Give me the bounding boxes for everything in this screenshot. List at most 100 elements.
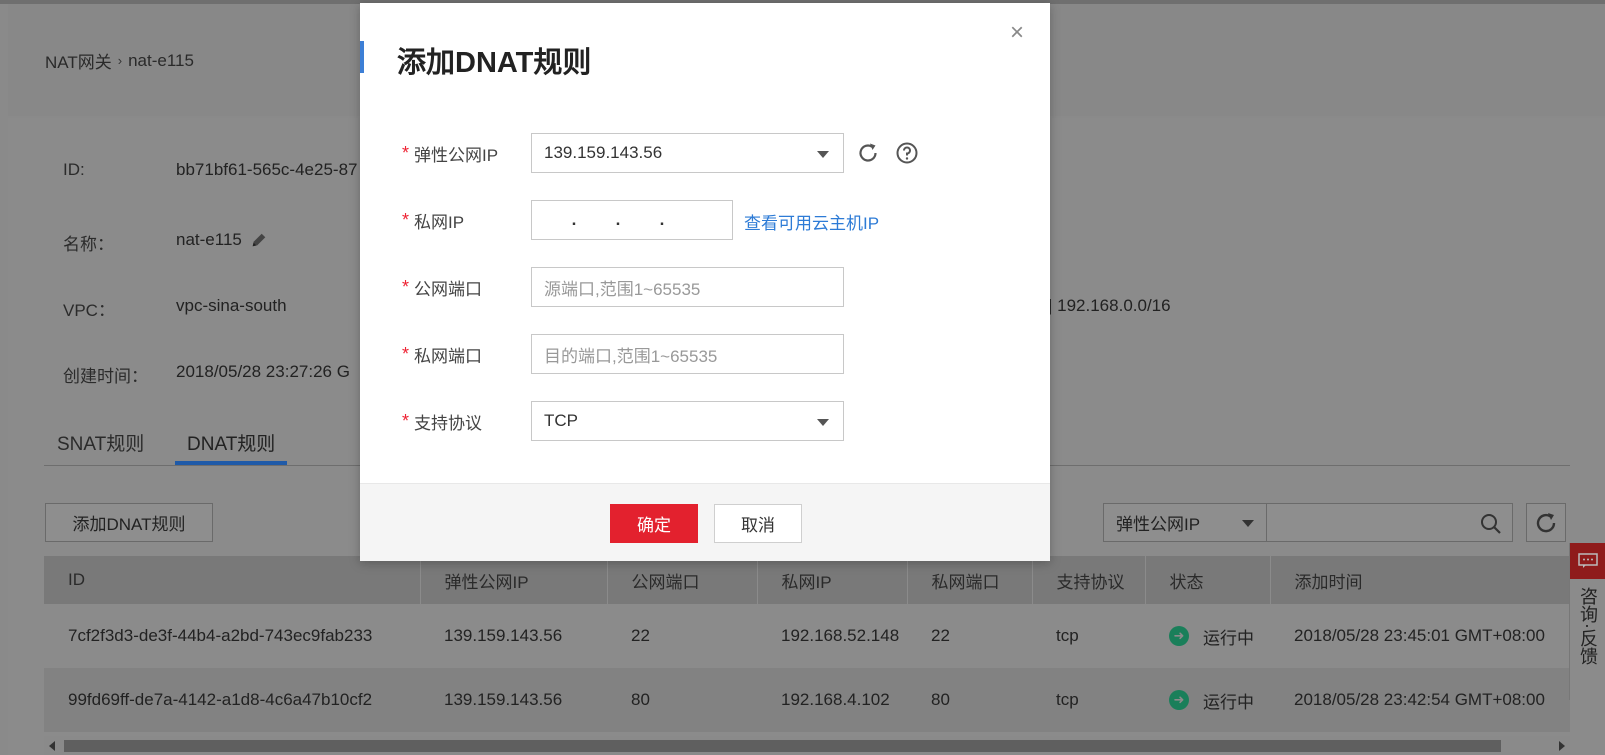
col-public-port[interactable]: 公网端口: [607, 556, 758, 604]
private-port-placeholder: 目的端口,范围1~65535: [544, 346, 718, 366]
protocol-row: * 支持协议 TCP: [402, 401, 844, 441]
col-protocol[interactable]: 支持协议: [1032, 556, 1146, 604]
breadcrumb: NAT网关 › nat-e115: [45, 48, 194, 73]
protocol-label-wrap: * 支持协议: [402, 409, 532, 434]
add-dnat-rule-button[interactable]: 添加DNAT规则: [45, 503, 213, 542]
refresh-icon[interactable]: [856, 141, 880, 165]
public-port-row: * 公网端口 源端口,范围1~65535: [402, 267, 844, 307]
cancel-button[interactable]: 取消: [714, 504, 802, 543]
table-refresh-button[interactable]: [1526, 503, 1566, 542]
cell-private-ip: 192.168.52.148: [757, 604, 907, 668]
cell-public-port: 80: [607, 668, 757, 732]
filter-bar: 弹性公网IP: [1103, 503, 1513, 542]
chevron-down-icon: [817, 419, 829, 426]
required-mark: *: [402, 276, 410, 297]
public-port-label: 公网端口: [414, 279, 483, 299]
running-status-icon: ➜: [1169, 690, 1189, 710]
dnat-rules-table: ID 弹性公网IP 公网端口 私网IP 私网端口 支持协议 状态 添加时间 7c…: [44, 556, 1570, 732]
private-port-row: * 私网端口 目的端口,范围1~65535: [402, 334, 844, 374]
feedback-widget[interactable]: 咨询·反馈: [1569, 543, 1605, 700]
cell-id: 99fd69ff-de7a-4142-a1d8-4c6a47b10cf2: [44, 668, 420, 732]
table-row[interactable]: 7cf2f3d3-de3f-44b4-a2bd-743ec9fab233 139…: [44, 604, 1570, 668]
filter-select-value: 弹性公网IP: [1116, 515, 1201, 534]
title-accent-bar: [360, 41, 364, 73]
cell-id: 7cf2f3d3-de3f-44b4-a2bd-743ec9fab233: [44, 604, 420, 668]
cell-added-time: 2018/05/28 23:45:01 GMT+08:00: [1270, 604, 1570, 668]
dialog-title: 添加DNAT规则: [397, 47, 592, 79]
feedback-label: 咨询·反馈: [1578, 587, 1598, 665]
private-ip-label: 私网IP: [414, 212, 465, 232]
refresh-icon: [1536, 512, 1556, 532]
add-dnat-rule-dialog: 添加DNAT规则 × * 弹性公网IP 139.159.143.56 * 私网I…: [360, 3, 1050, 561]
chat-icon: [1570, 543, 1605, 579]
cell-protocol: tcp: [1032, 604, 1145, 668]
required-mark: *: [402, 142, 410, 163]
id-value: bb71bf61-565c-4e25-87: [176, 160, 358, 179]
col-private-ip[interactable]: 私网IP: [757, 556, 908, 604]
pencil-icon[interactable]: [250, 231, 268, 249]
col-eip[interactable]: 弹性公网IP: [420, 556, 608, 604]
required-mark: *: [402, 209, 410, 230]
running-status-icon: ➜: [1169, 626, 1189, 646]
cell-eip: 139.159.143.56: [420, 668, 607, 732]
cell-private-port: 22: [907, 604, 1032, 668]
breadcrumb-separator: ›: [117, 53, 123, 68]
eip-select-value: 139.159.143.56: [544, 143, 663, 162]
chevron-down-icon: [1242, 520, 1254, 527]
search-icon[interactable]: [1480, 513, 1502, 535]
close-icon[interactable]: ×: [1010, 21, 1024, 45]
name-label: 名称：: [63, 235, 114, 254]
public-port-placeholder: 源端口,范围1~65535: [544, 279, 701, 299]
protocol-select[interactable]: TCP: [531, 401, 844, 441]
cell-status: ➜ 运行中: [1145, 668, 1270, 732]
col-status[interactable]: 状态: [1145, 556, 1271, 604]
private-port-label-wrap: * 私网端口: [402, 342, 532, 367]
cell-protocol: tcp: [1032, 668, 1145, 732]
private-ip-input[interactable]: ...: [531, 200, 733, 240]
table-row[interactable]: 99fd69ff-de7a-4142-a1d8-4c6a47b10cf2 139…: [44, 668, 1570, 732]
col-added-time[interactable]: 添加时间: [1270, 556, 1570, 604]
filter-search-input[interactable]: [1267, 504, 1512, 541]
id-label: ID:: [63, 160, 85, 179]
confirm-button[interactable]: 确定: [610, 504, 698, 543]
private-ip-label-wrap: * 私网IP: [402, 208, 532, 233]
tab-dnat[interactable]: DNAT规则: [175, 429, 288, 465]
cell-status: ➜ 运行中: [1145, 604, 1270, 668]
public-port-label-wrap: * 公网端口: [402, 275, 532, 300]
scroll-left-icon[interactable]: [49, 741, 55, 751]
horizontal-scrollbar[interactable]: [44, 736, 1570, 755]
breadcrumb-parent[interactable]: NAT网关: [45, 48, 112, 73]
name-row: nat-e115: [176, 230, 268, 250]
col-id[interactable]: ID: [44, 556, 421, 604]
scroll-right-icon[interactable]: [1559, 741, 1565, 751]
filter-select[interactable]: 弹性公网IP: [1104, 504, 1267, 541]
chevron-down-icon: [817, 151, 829, 158]
vpc-label: VPC：: [63, 301, 115, 320]
private-port-input[interactable]: 目的端口,范围1~65535: [531, 334, 844, 374]
eip-label-wrap: * 弹性公网IP: [402, 141, 532, 166]
col-private-port[interactable]: 私网端口: [907, 556, 1033, 604]
private-port-label: 私网端口: [414, 346, 483, 366]
name-value: nat-e115: [176, 230, 242, 249]
protocol-select-value: TCP: [544, 411, 578, 430]
cell-private-port: 80: [907, 668, 1032, 732]
cell-added-time: 2018/05/28 23:42:54 GMT+08:00: [1270, 668, 1570, 732]
ip-octet-separators: ...: [571, 210, 665, 229]
scrollbar-thumb[interactable]: [64, 740, 1501, 752]
cell-private-ip: 192.168.4.102: [757, 668, 907, 732]
eip-select[interactable]: 139.159.143.56: [531, 133, 844, 173]
vpc-value[interactable]: vpc-sina-south: [176, 296, 287, 316]
cell-public-port: 22: [607, 604, 757, 668]
protocol-label: 支持协议: [414, 413, 483, 433]
private-ip-row: * 私网IP ... 查看可用云主机IP: [402, 200, 879, 240]
tab-snat[interactable]: SNAT规则: [57, 429, 144, 465]
breadcrumb-current: nat-e115: [128, 50, 194, 70]
table-header-row: ID 弹性公网IP 公网端口 私网IP 私网端口 支持协议 状态 添加时间: [44, 556, 1570, 604]
public-port-input[interactable]: 源端口,范围1~65535: [531, 267, 844, 307]
status-text: 运行中: [1203, 692, 1254, 712]
view-available-ecs-ip-link[interactable]: 查看可用云主机IP: [744, 209, 879, 234]
required-mark: *: [402, 410, 410, 431]
created-label: 创建时间：: [63, 367, 148, 386]
created-value: 2018/05/28 23:27:26 G: [176, 362, 350, 381]
help-icon[interactable]: [895, 141, 919, 165]
